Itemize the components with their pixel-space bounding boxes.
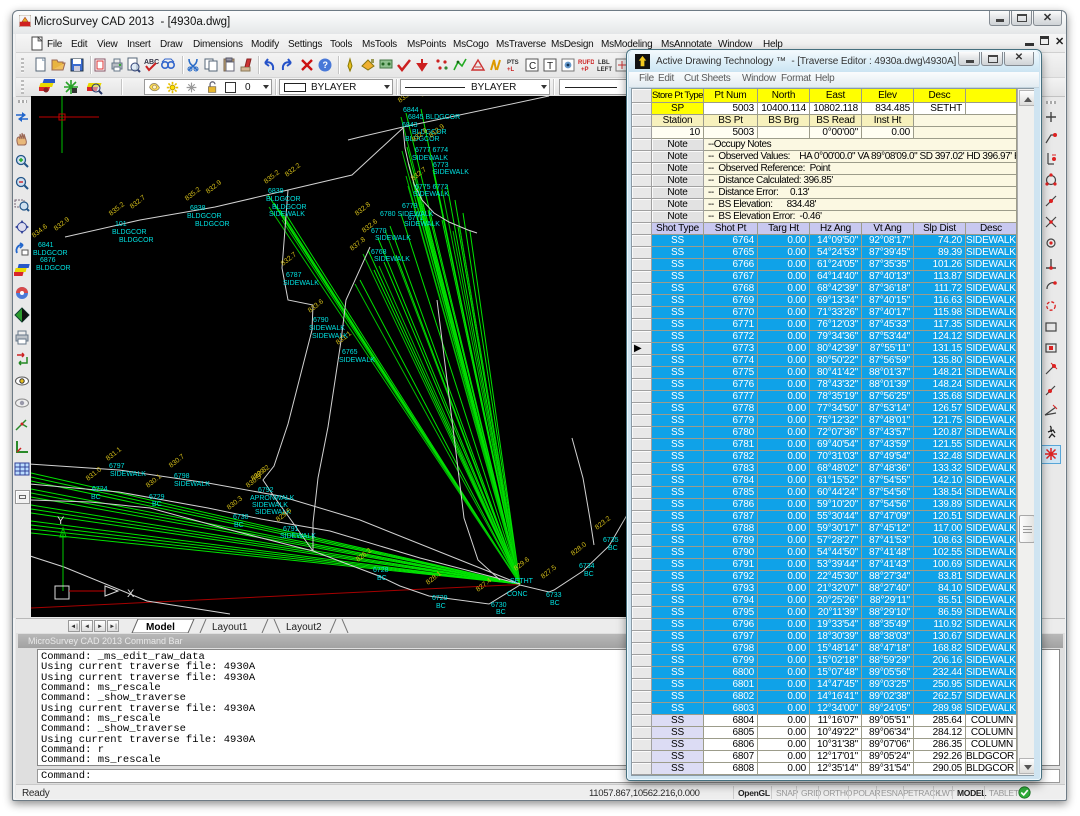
svg-text:C: C <box>529 61 536 72</box>
svg-text:BLDGCOR: BLDGCOR <box>36 265 71 272</box>
svg-text:Y: Y <box>57 515 65 527</box>
svg-text:BC: BC <box>584 571 594 578</box>
svg-text:SIDEWALK: SIDEWALK <box>309 325 345 332</box>
svg-text:SIDEWALK: SIDEWALK <box>283 280 319 287</box>
svg-text:BLDGCOR: BLDGCOR <box>33 250 68 257</box>
svg-text:SIDEWALK: SIDEWALK <box>280 533 316 540</box>
svg-text:SIDEWALK: SIDEWALK <box>375 235 411 242</box>
svg-text:BLDGCOR: BLDGCOR <box>112 229 147 236</box>
svg-text:6845 BLDGCOR: 6845 BLDGCOR <box>408 114 460 121</box>
svg-text:101: 101 <box>115 221 127 228</box>
svg-text:6844: 6844 <box>403 107 419 114</box>
svg-text:6775 6772: 6775 6772 <box>415 184 448 191</box>
svg-text:BC: BC <box>377 575 387 582</box>
svg-text:6729: 6729 <box>149 494 165 501</box>
svg-text:Layout2: Layout2 <box>286 622 322 633</box>
svg-text:BC: BC <box>234 522 244 529</box>
svg-text:?: ? <box>323 60 329 70</box>
svg-text:6779: 6779 <box>402 203 418 210</box>
svg-text:SIDEWALK: SIDEWALK <box>413 191 449 198</box>
svg-text:CONC: CONC <box>507 591 528 598</box>
svg-text:6839: 6839 <box>268 188 284 195</box>
svg-text:6770: 6770 <box>371 228 387 235</box>
svg-text:SIDEWALK: SIDEWALK <box>412 155 448 162</box>
svg-text:BC: BC <box>608 545 618 552</box>
svg-text:SIDEWALK: SIDEWALK <box>174 481 210 488</box>
svg-text:LEFT: LEFT <box>597 67 612 73</box>
svg-text:Model: Model <box>146 622 175 633</box>
svg-text:6792: 6792 <box>258 487 274 494</box>
svg-text:6730: 6730 <box>491 602 507 609</box>
svg-text:6733: 6733 <box>546 592 562 599</box>
svg-text:6768: 6768 <box>371 249 387 256</box>
svg-text:BC: BC <box>152 501 162 508</box>
svg-text:+P: +P <box>581 67 589 73</box>
svg-text:BC: BC <box>496 609 506 616</box>
svg-text:ABC: ABC <box>144 59 159 66</box>
svg-text:SIDEWALK: SIDEWALK <box>269 211 305 218</box>
svg-text:SIDEWALK: SIDEWALK <box>433 169 469 176</box>
svg-text:6791: 6791 <box>283 526 299 533</box>
svg-text:6790: 6790 <box>313 317 329 324</box>
svg-text:6729: 6729 <box>432 595 448 602</box>
svg-text:SIDEWALK: SIDEWALK <box>339 357 375 364</box>
svg-text:BLDGCOR: BLDGCOR <box>119 237 154 244</box>
svg-text:T: T <box>547 61 553 72</box>
svg-text:X: X <box>127 588 135 600</box>
svg-text:RUFD: RUFD <box>578 60 594 66</box>
svg-text:6787: 6787 <box>286 272 302 279</box>
svg-text:BC: BC <box>91 494 101 501</box>
svg-text:BLDGCOR: BLDGCOR <box>272 204 307 211</box>
svg-text:SIDEWALK: SIDEWALK <box>404 221 440 228</box>
svg-text:6735: 6735 <box>603 537 619 544</box>
svg-text:SIDEWALK: SIDEWALK <box>110 471 146 478</box>
svg-text:SIDEWALK: SIDEWALK <box>374 256 410 263</box>
svg-text:Layout1: Layout1 <box>212 622 248 633</box>
svg-text:6798: 6798 <box>174 473 190 480</box>
svg-text:+L: +L <box>507 67 515 73</box>
svg-text:6841: 6841 <box>38 242 54 249</box>
svg-text:PTS: PTS <box>507 60 519 66</box>
svg-text:6838: 6838 <box>190 205 206 212</box>
svg-text:6730: 6730 <box>233 514 249 521</box>
svg-text:BLDGCOR: BLDGCOR <box>266 196 301 203</box>
svg-text:6765: 6765 <box>342 349 358 356</box>
svg-text:SIDEWALK: SIDEWALK <box>252 502 288 509</box>
svg-text:BLDGCOR: BLDGCOR <box>195 221 230 228</box>
svg-text:LBL: LBL <box>598 60 610 66</box>
svg-text:6777 6774: 6777 6774 <box>415 147 448 154</box>
svg-text:6843: 6843 <box>402 122 418 129</box>
svg-text:BC: BC <box>436 603 446 610</box>
svg-text:6728: 6728 <box>373 567 389 574</box>
svg-text:BC: BC <box>550 600 560 607</box>
svg-text:6780 SIDEWALK: 6780 SIDEWALK <box>380 211 434 218</box>
svg-text:6876: 6876 <box>40 257 56 264</box>
svg-text:6773: 6773 <box>433 162 449 169</box>
svg-text:6734: 6734 <box>579 563 595 570</box>
svg-text:APRONWALK: APRONWALK <box>250 495 295 502</box>
svg-text:6797: 6797 <box>109 463 125 470</box>
svg-text:6724: 6724 <box>92 486 108 493</box>
svg-text:SETHT: SETHT <box>510 578 534 585</box>
svg-text:BLDGCOR: BLDGCOR <box>187 213 222 220</box>
